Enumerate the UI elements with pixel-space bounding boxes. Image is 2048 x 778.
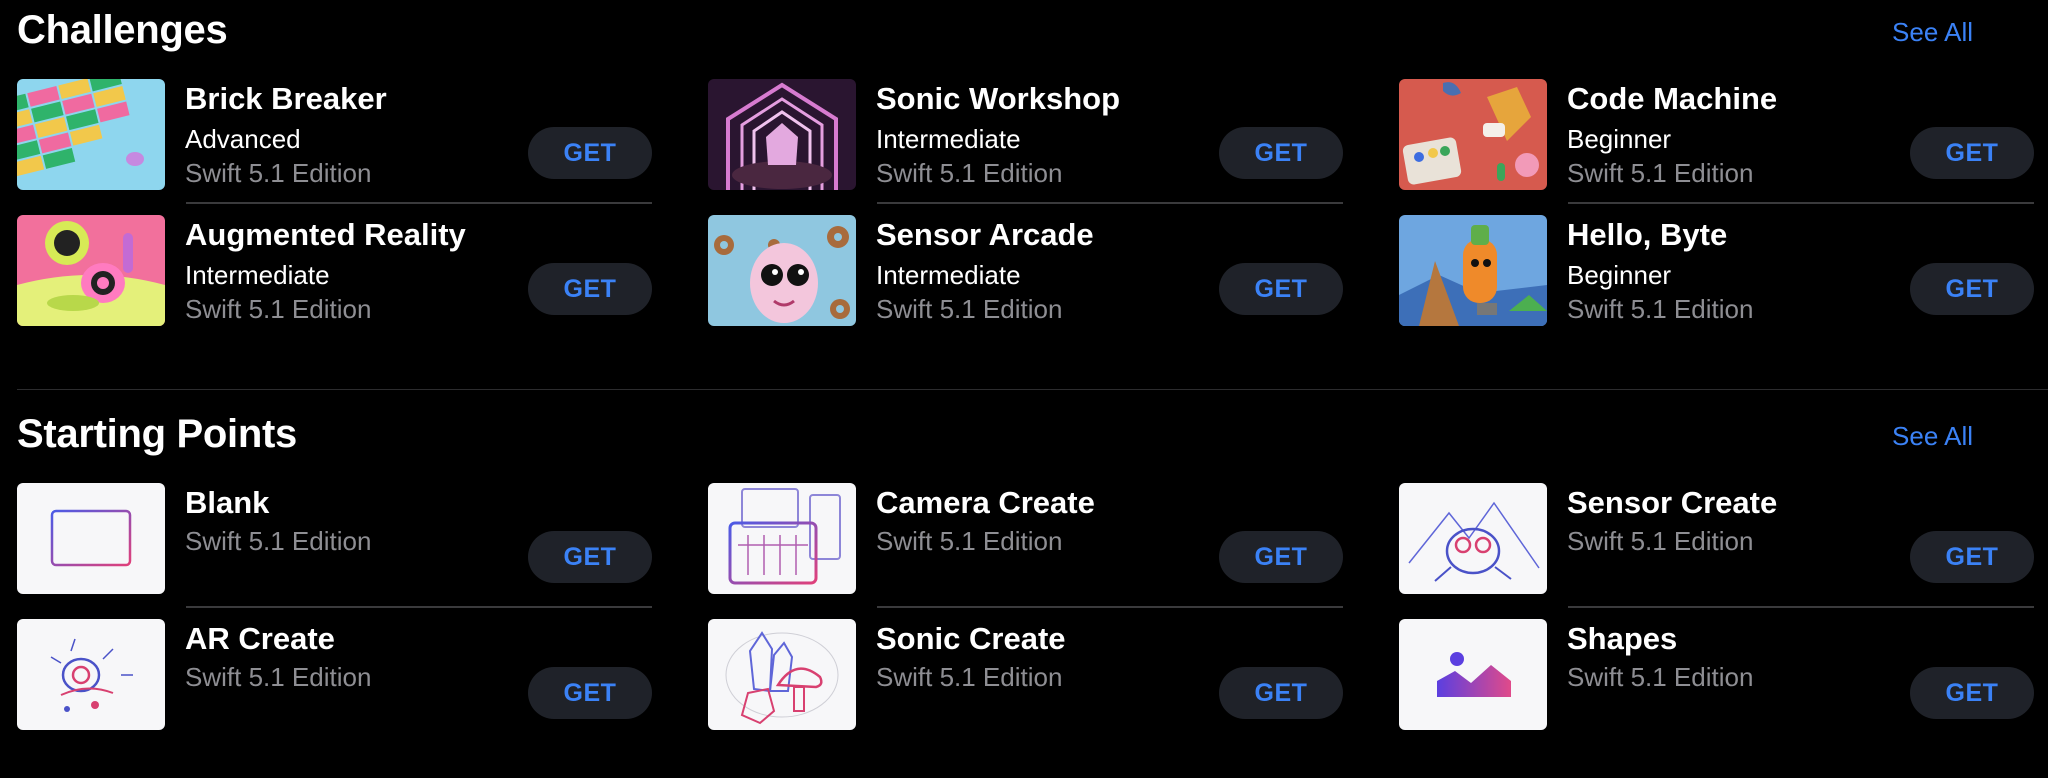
row-separator [1568, 202, 2034, 204]
challenges-title: Challenges [17, 8, 228, 52]
starting-point-edition: Swift 5.1 Edition [1567, 526, 1754, 556]
row-separator [877, 202, 1343, 204]
challenge-card-hello-byte[interactable]: Hello, Byte Beginner Swift 5.1 Edition G… [1399, 215, 2034, 327]
starting-point-card-sensor-create[interactable]: Sensor Create Swift 5.1 Edition GET [1399, 483, 2034, 595]
sonic-create-thumbnail [708, 619, 856, 730]
starting-point-edition: Swift 5.1 Edition [185, 662, 372, 692]
starting-point-card-camera-create[interactable]: Camera Create Swift 5.1 Edition GET [708, 483, 1343, 595]
starting-point-edition: Swift 5.1 Edition [1567, 662, 1754, 692]
get-button[interactable]: GET [1219, 667, 1343, 719]
starting-point-card-shapes[interactable]: Shapes Swift 5.1 Edition GET [1399, 619, 2034, 731]
challenge-edition: Swift 5.1 Edition [1567, 158, 1754, 188]
challenge-level: Intermediate [876, 124, 1021, 154]
starting-point-card-ar-create[interactable]: AR Create Swift 5.1 Edition GET [17, 619, 652, 731]
sensor-arcade-thumbnail [708, 215, 856, 326]
get-button[interactable]: GET [1910, 263, 2034, 315]
starting-point-name: Camera Create [876, 485, 1095, 520]
get-button[interactable]: GET [1219, 531, 1343, 583]
sensor-create-thumbnail [1399, 483, 1547, 594]
get-button[interactable]: GET [1910, 127, 2034, 179]
challenge-edition: Swift 5.1 Edition [1567, 294, 1754, 324]
challenge-name: Sensor Arcade [876, 217, 1094, 252]
hello-byte-thumbnail [1399, 215, 1547, 326]
starting-point-edition: Swift 5.1 Edition [876, 662, 1063, 692]
get-button[interactable]: GET [1910, 667, 2034, 719]
challenge-card-sonic-workshop[interactable]: Sonic Workshop Intermediate Swift 5.1 Ed… [708, 79, 1343, 191]
challenge-name: Hello, Byte [1567, 217, 1728, 252]
challenge-level: Intermediate [185, 260, 330, 290]
get-button[interactable]: GET [528, 667, 652, 719]
blank-thumbnail [17, 483, 165, 594]
starting-points-title: Starting Points [17, 412, 297, 456]
row-separator [1568, 606, 2034, 608]
starting-point-edition: Swift 5.1 Edition [185, 526, 372, 556]
starting-point-name: Sonic Create [876, 621, 1066, 656]
get-button[interactable]: GET [528, 127, 652, 179]
challenge-level: Advanced [185, 124, 301, 154]
row-separator [186, 606, 652, 608]
sonic-workshop-thumbnail [708, 79, 856, 190]
get-button[interactable]: GET [528, 531, 652, 583]
brick-breaker-thumbnail [17, 79, 165, 190]
code-machine-thumbnail [1399, 79, 1547, 190]
challenge-card-code-machine[interactable]: Code Machine Beginner Swift 5.1 Edition … [1399, 79, 2034, 191]
challenge-name: Code Machine [1567, 81, 1778, 116]
challenges-see-all-link[interactable]: See All [1892, 17, 1973, 48]
challenge-card-augmented-reality[interactable]: Augmented Reality Intermediate Swift 5.1… [17, 215, 652, 327]
starting-point-edition: Swift 5.1 Edition [876, 526, 1063, 556]
augmented-reality-thumbnail [17, 215, 165, 326]
starting-point-card-blank[interactable]: Blank Swift 5.1 Edition GET [17, 483, 652, 595]
challenge-name: Augmented Reality [185, 217, 466, 252]
starting-point-card-sonic-create[interactable]: Sonic Create Swift 5.1 Edition GET [708, 619, 1343, 731]
row-separator [186, 202, 652, 204]
starting-point-name: Sensor Create [1567, 485, 1778, 520]
get-button[interactable]: GET [1219, 127, 1343, 179]
challenge-name: Brick Breaker [185, 81, 387, 116]
challenge-edition: Swift 5.1 Edition [185, 158, 372, 188]
row-separator [877, 606, 1343, 608]
challenge-name: Sonic Workshop [876, 81, 1121, 116]
starting-point-name: Shapes [1567, 621, 1678, 656]
starting-point-name: Blank [185, 485, 270, 520]
ar-create-thumbnail [17, 619, 165, 730]
challenge-card-brick-breaker[interactable]: Brick Breaker Advanced Swift 5.1 Edition… [17, 79, 652, 191]
challenge-level: Beginner [1567, 260, 1672, 290]
get-button[interactable]: GET [528, 263, 652, 315]
challenge-level: Beginner [1567, 124, 1672, 154]
starting-point-name: AR Create [185, 621, 335, 656]
challenge-edition: Swift 5.1 Edition [185, 294, 372, 324]
camera-create-thumbnail [708, 483, 856, 594]
get-button[interactable]: GET [1219, 263, 1343, 315]
shapes-thumbnail [1399, 619, 1547, 730]
challenge-card-sensor-arcade[interactable]: Sensor Arcade Intermediate Swift 5.1 Edi… [708, 215, 1343, 327]
section-divider [17, 389, 2048, 390]
challenge-edition: Swift 5.1 Edition [876, 158, 1063, 188]
challenge-level: Intermediate [876, 260, 1021, 290]
starting-points-see-all-link[interactable]: See All [1892, 421, 1973, 452]
challenge-edition: Swift 5.1 Edition [876, 294, 1063, 324]
get-button[interactable]: GET [1910, 531, 2034, 583]
